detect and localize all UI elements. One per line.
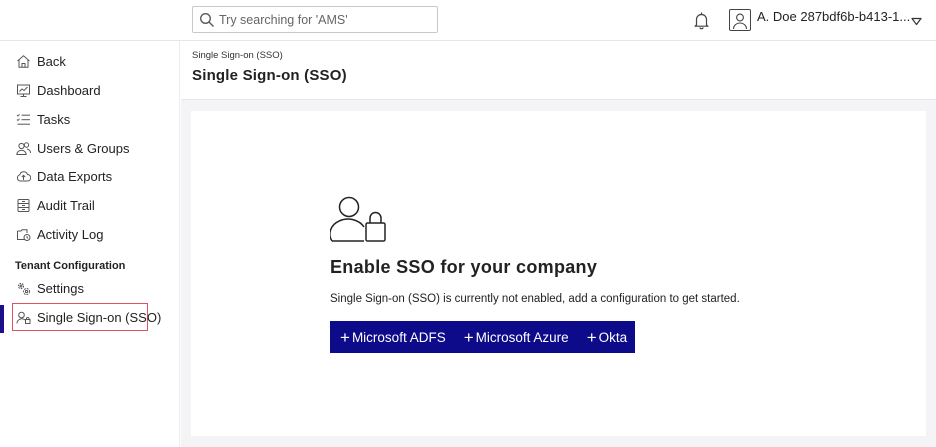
- add-microsoft-adfs-button[interactable]: + Microsoft ADFS: [340, 329, 446, 346]
- sidebar-item-label: Audit Trail: [37, 197, 95, 213]
- sidebar-item-label: Back: [37, 53, 66, 69]
- sidebar-item-label: Settings: [37, 280, 84, 296]
- user-lock-icon: [16, 311, 31, 324]
- chevron-down-icon[interactable]: [911, 17, 922, 26]
- main-content: Single Sign-on (SSO) Single Sign-on (SSO…: [181, 41, 936, 447]
- cloud-upload-icon: [16, 170, 31, 181]
- plus-icon: +: [340, 327, 350, 347]
- user-lock-icon: [330, 196, 386, 242]
- search-input[interactable]: [219, 9, 431, 30]
- add-microsoft-azure-button[interactable]: + Microsoft Azure: [464, 329, 569, 346]
- hero-title: Enable SSO for your company: [330, 257, 598, 277]
- sidebar-item-sso[interactable]: Single Sign-on (SSO): [12, 303, 161, 331]
- top-bar: A. Doe 287bdf6b-b413-1...: [0, 0, 936, 41]
- user-name: A. Doe 287bdf6b-b413-1...: [757, 9, 911, 24]
- sidebar-item-settings[interactable]: Settings: [16, 277, 84, 299]
- users-icon: [16, 141, 31, 155]
- add-okta-button[interactable]: + Okta: [587, 329, 627, 346]
- sidebar-item-label: Users & Groups: [37, 140, 130, 156]
- home-icon: [17, 54, 30, 68]
- sso-empty-state-card: Enable SSO for your company Single Sign-…: [191, 111, 926, 436]
- user-icon: [732, 13, 748, 30]
- activity-icon: [17, 228, 31, 241]
- gears-icon: [17, 282, 30, 295]
- button-label: Microsoft ADFS: [351, 329, 446, 345]
- search-icon: [200, 13, 214, 27]
- user-menu[interactable]: A. Doe 287bdf6b-b413-1...: [729, 6, 929, 34]
- breadcrumb: Single Sign-on (SSO): [192, 50, 283, 61]
- page-header: Single Sign-on (SSO) Single Sign-on (SSO…: [181, 41, 936, 100]
- sidebar-item-sso-content: Single Sign-on (SSO): [16, 306, 161, 328]
- plus-icon: +: [463, 327, 474, 347]
- avatar: [729, 9, 751, 31]
- sidebar-item-users-groups[interactable]: Users & Groups: [16, 137, 129, 159]
- sidebar-item-audit-trail[interactable]: Audit Trail: [16, 194, 95, 216]
- sidebar-item-label: Data Exports: [37, 168, 113, 184]
- sidebar: Back Dashboard Tasks Users & Groups Data…: [0, 41, 180, 447]
- sidebar-item-tasks[interactable]: Tasks: [16, 108, 70, 130]
- sidebar-item-activity-log[interactable]: Activity Log: [16, 223, 103, 245]
- sidebar-item-label: Activity Log: [37, 226, 104, 242]
- hero-description: Single Sign-on (SSO) is currently not en…: [330, 293, 740, 305]
- sidebar-item-back[interactable]: Back: [16, 50, 66, 72]
- search-box[interactable]: [192, 6, 438, 33]
- plus-icon: +: [586, 327, 597, 347]
- sidebar-item-dashboard[interactable]: Dashboard: [16, 79, 101, 101]
- button-label: Okta: [598, 329, 628, 345]
- section-title-tenant-configuration: Tenant Configuration: [15, 260, 126, 272]
- sidebar-item-label: Dashboard: [37, 82, 101, 98]
- sidebar-item-label: Single Sign-on (SSO): [37, 309, 162, 325]
- dashboard-icon: [17, 84, 30, 97]
- audit-icon: [17, 198, 30, 212]
- sso-provider-button-group: + Microsoft ADFS + Microsoft Azure + Okt…: [330, 321, 636, 353]
- active-indicator: [0, 305, 4, 333]
- sidebar-item-label: Tasks: [37, 111, 71, 127]
- tasks-icon: [16, 113, 30, 125]
- button-label: Microsoft Azure: [475, 329, 569, 345]
- notification-bell-icon[interactable]: [693, 11, 710, 30]
- page-title: Single Sign-on (SSO): [192, 67, 347, 84]
- sidebar-item-data-exports[interactable]: Data Exports: [16, 165, 112, 187]
